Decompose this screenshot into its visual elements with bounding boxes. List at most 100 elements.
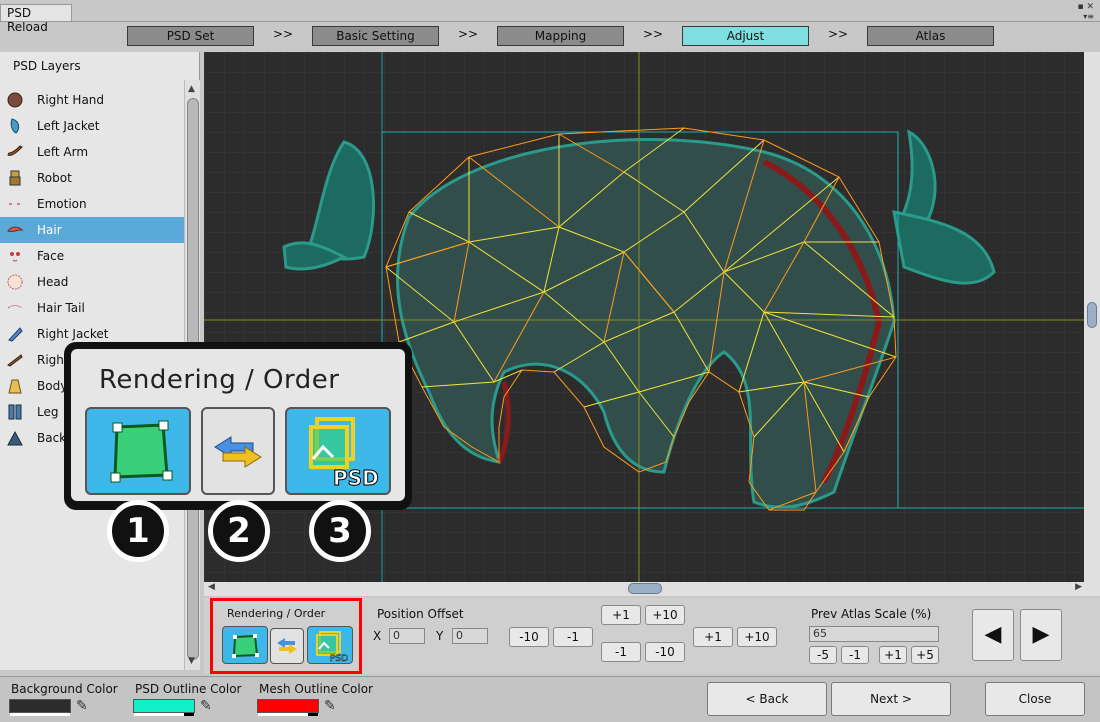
position-offset-label: Position Offset [377,607,464,621]
layer-label: Leg [37,405,59,419]
mesh-square-icon [110,420,173,483]
step-separator: >> [642,27,664,41]
step-separator: >> [827,27,849,41]
layer-item-emotion[interactable]: Emotion [0,191,184,217]
next-button[interactable]: Next > [831,682,951,716]
scale-minus-5-button[interactable]: -5 [809,646,837,664]
window-menu-icon[interactable]: ▪ ✕ [1077,3,1094,12]
right-hand-icon [6,91,24,109]
step-separator: >> [272,27,294,41]
prev-atlas-scale-label: Prev Atlas Scale (%) [811,607,932,621]
close-button[interactable]: Close [985,682,1085,716]
layer-item-right-hand[interactable]: Right Hand [0,87,184,113]
x-minus-1-button[interactable]: -1 [553,627,593,647]
swap-arrows-icon [214,436,262,468]
layer-item-hair-tail[interactable]: Hair Tail [0,295,184,321]
back-button[interactable]: < Back [707,682,827,716]
prev-arrow-icon: ◀ [984,622,1002,647]
left-jacket-icon [6,117,24,135]
right-arm-icon [6,351,24,369]
marker-2: 2 [208,500,270,562]
swatch-alpha-marker [184,713,194,716]
scroll-down-icon[interactable]: ▼ [188,656,195,666]
scale-plus-5-button[interactable]: +5 [911,646,939,664]
layer-item-hair[interactable]: Hair [0,217,184,243]
prev-atlas-scale-field[interactable]: 65 [809,626,939,642]
viewport-horizontal-scrollbar[interactable]: ◀ ▶ [204,582,1100,596]
body-icon [6,377,24,395]
step-basic-setting[interactable]: Basic Setting [312,26,439,46]
x-label: X [373,629,382,643]
layer-label: Left Jacket [37,119,100,133]
back-icon [6,429,24,447]
background-color-label: Background Color [11,682,118,696]
eyedropper-icon[interactable]: ✎ [200,698,212,714]
psd-badge-text: PSD [333,466,379,490]
step-adjust[interactable]: Adjust [682,26,809,46]
y-label: Y [436,629,444,643]
rendering-order-callout: Rendering / Order PSD [64,342,412,510]
viewport-vertical-thumb[interactable] [1087,302,1097,328]
face-icon [6,247,24,265]
eyedropper-icon[interactable]: ✎ [324,698,336,714]
callout-swap-button [201,407,275,495]
marker-3: 3 [309,500,371,562]
scale-minus-1-button[interactable]: -1 [841,646,869,664]
emotion-icon [6,195,24,213]
y-minus-1-button[interactable]: -1 [601,642,641,662]
viewport-horizontal-thumb[interactable] [628,583,662,594]
psd-outline-color-swatch[interactable] [133,699,195,716]
y-plus-10-button[interactable]: +10 [645,605,685,625]
right-jacket-icon [6,325,24,343]
callout-mesh-button [85,407,191,495]
prev-arrow-button[interactable]: ◀ [972,609,1014,661]
window-options-icon[interactable]: ▾≡ [1083,12,1094,21]
next-arrow-button[interactable]: ▶ [1020,609,1062,661]
psd-overlay-icon: PSD [309,417,379,491]
layer-label: Right Hand [37,93,105,107]
callout-title: Rendering / Order [99,365,340,395]
swatch-alpha-marker [308,713,318,716]
layer-label: Hair [37,223,62,237]
layer-label: Left Arm [37,145,89,159]
layer-item-left-jacket[interactable]: Left Jacket [0,113,184,139]
layer-label: Emotion [37,197,87,211]
step-psd-set[interactable]: PSD Set [127,26,254,46]
hair-icon [6,221,24,239]
psd-outline-color-label: PSD Outline Color [135,682,242,696]
layer-item-head[interactable]: Head [0,269,184,295]
mesh-outline-color-swatch[interactable] [257,699,319,716]
layer-label: Body [37,379,68,393]
layer-label: Face [37,249,65,263]
scroll-right-icon[interactable]: ▶ [1075,582,1082,592]
left-arm-icon [6,143,24,161]
tab-strip-line [0,21,1100,22]
x-plus-10-button[interactable]: +10 [737,627,777,647]
background-color-swatch[interactable] [9,699,71,716]
psd-layers-title: PSD Layers [13,59,81,73]
eyedropper-icon[interactable]: ✎ [76,698,88,714]
layer-item-robot[interactable]: Robot [0,165,184,191]
x-plus-1-button[interactable]: +1 [693,627,733,647]
step-atlas[interactable]: Atlas [867,26,994,46]
hair-tail-icon [6,299,24,317]
layer-label: Right Jacket [37,327,109,341]
layer-label: Back [37,431,67,445]
x-offset-field[interactable]: 0 [389,628,425,644]
viewport-vertical-scrollbar[interactable] [1084,52,1100,582]
y-minus-10-button[interactable]: -10 [645,642,685,662]
window-tab[interactable]: PSD Reload [0,4,72,34]
scale-plus-1-button[interactable]: +1 [879,646,907,664]
y-offset-field[interactable]: 0 [452,628,488,644]
scroll-up-icon[interactable]: ▲ [188,84,195,94]
mesh-outline-color-label: Mesh Outline Color [259,682,373,696]
next-arrow-icon: ▶ [1032,622,1050,647]
y-plus-1-button[interactable]: +1 [601,605,641,625]
layer-item-left-arm[interactable]: Left Arm [0,139,184,165]
marker-1: 1 [107,500,169,562]
step-mapping[interactable]: Mapping [497,26,624,46]
layer-label: Hair Tail [37,301,85,315]
scroll-left-icon[interactable]: ◀ [208,582,215,592]
x-minus-10-button[interactable]: -10 [509,627,549,647]
layer-item-face[interactable]: Face [0,243,184,269]
